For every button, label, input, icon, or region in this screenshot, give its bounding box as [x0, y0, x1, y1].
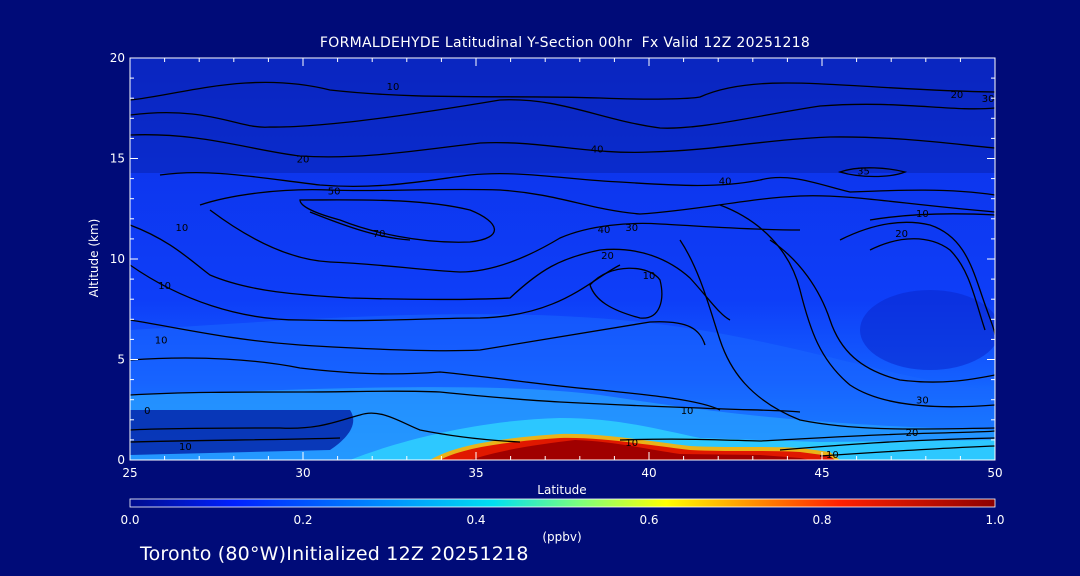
colorbar-tick-label: 0.6	[639, 513, 658, 527]
contour-label: 40	[719, 177, 732, 188]
contour-label: 30	[982, 94, 995, 105]
colorbar	[129, 498, 996, 508]
x-tick-label: 45	[814, 466, 829, 480]
x-tick-label: 40	[641, 466, 656, 480]
contour-label: 40	[591, 144, 604, 155]
contour-label: 0	[144, 406, 150, 417]
contour-label: 10	[826, 450, 839, 461]
chart: 1020405040351070 40 3020101020101001010102…	[87, 51, 1005, 544]
x-tick-label: 30	[295, 466, 310, 480]
contour-label: 10	[179, 442, 192, 453]
contour-label: 10	[643, 271, 656, 282]
contour-label: 40	[598, 225, 611, 236]
contour-label: 10	[681, 406, 694, 417]
colorbar-tick-label: 1.0	[985, 513, 1004, 527]
contour-label: 20	[601, 251, 614, 262]
colorbar-tick-label: 0.4	[466, 513, 485, 527]
contour-label: 20	[906, 428, 919, 439]
contour-label: 10	[176, 223, 189, 234]
y-tick-label: 5	[117, 353, 125, 367]
contour-label: 20	[297, 155, 310, 166]
y-tick-label: 20	[110, 51, 125, 65]
colorbar-ticks: 0.0 0.2 0.4 0.6 0.8 1.0	[120, 513, 1004, 527]
x-axis-label: Latitude	[537, 483, 586, 497]
contour-label: 10	[155, 335, 168, 346]
footer-info: Toronto (80°W)Initialized 12Z 20251218	[140, 543, 529, 565]
contour-label: 10	[625, 438, 638, 449]
contour-label: 10	[916, 209, 929, 220]
chart-title: FORMALDEHYDE Latitudinal Y-Section 00hr …	[319, 35, 811, 51]
contour-label: 10	[387, 82, 400, 93]
y-tick-label: 10	[110, 252, 125, 266]
colorbar-tick-label: 0.0	[120, 513, 139, 527]
y-tick-label: 0	[117, 453, 125, 467]
colorbar-label: (ppbv)	[542, 530, 581, 544]
contour-label: 20	[951, 90, 964, 101]
x-tick-label: 25	[122, 466, 137, 480]
contour-label: 70	[373, 229, 386, 240]
contour-label: 30	[916, 396, 929, 407]
y-tick-label: 15	[110, 152, 125, 166]
contour-label: 20	[895, 229, 908, 240]
contour-label: 30	[625, 223, 638, 234]
x-tick-label: 35	[468, 466, 483, 480]
colorbar-tick-label: 0.2	[293, 513, 312, 527]
contour-label: 50	[328, 187, 341, 198]
heatmap-field	[130, 58, 995, 460]
y-axis-label: Altitude (km)	[87, 219, 101, 298]
colorbar-tick-label: 0.8	[812, 513, 831, 527]
x-tick-label: 50	[987, 466, 1002, 480]
contour-label: 35	[857, 167, 870, 178]
contour-label: 10	[158, 281, 171, 292]
